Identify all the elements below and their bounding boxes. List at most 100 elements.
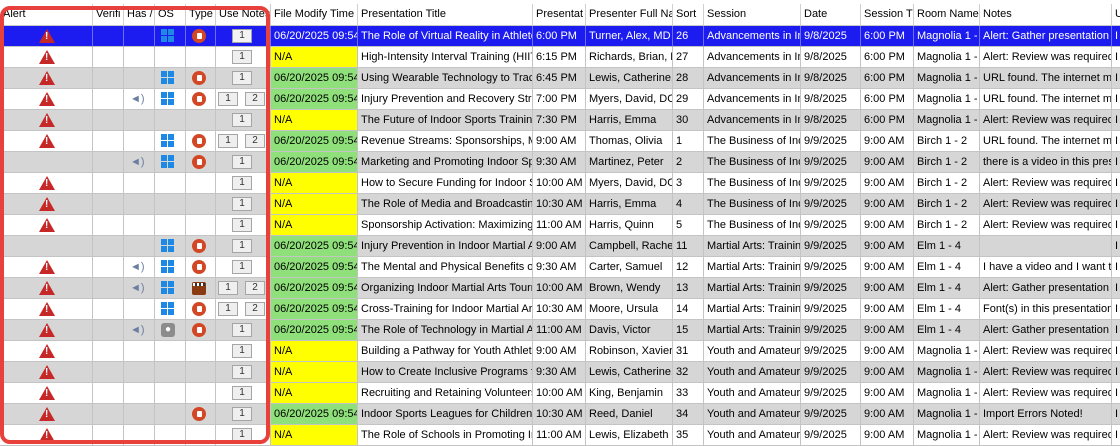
alert-icon[interactable]: ! <box>39 281 55 295</box>
use-notes-count-1[interactable]: 1 <box>232 428 252 442</box>
header-has-audio[interactable]: Has / <box>124 4 155 25</box>
header-session[interactable]: Session <box>704 4 801 25</box>
session-time-cell: 6:00 PM <box>861 89 914 110</box>
table-row[interactable]: ◄) 1 06/20/2025 09:54 Marketing and Promoti… <box>0 152 1120 173</box>
header-file-modify-time[interactable]: File Modify Time <box>271 4 358 25</box>
room-cell: Elm 1 - 4 <box>914 236 980 257</box>
alert-icon[interactable]: ! <box>39 71 55 85</box>
table-row[interactable]: ! 1 N/A The Role of Media and Broadcasting 1… <box>0 194 1120 215</box>
alert-icon[interactable]: ! <box>39 428 55 442</box>
table-row[interactable]: ! 1 N/A Recruiting and Retaining Volunteers… <box>0 383 1120 404</box>
file-modify-time-cell: N/A <box>271 341 358 362</box>
table-row[interactable]: ! 1 06/20/2025 09:54 Using Wearable Technol… <box>0 68 1120 89</box>
alert-icon[interactable]: ! <box>39 29 55 43</box>
header-presenter[interactable]: Presenter Full Na <box>586 4 673 25</box>
table-row[interactable]: ! 1 06/20/2025 09:54 The Role of Virtual Re… <box>0 26 1120 47</box>
header-date[interactable]: Date <box>801 4 861 25</box>
table-row[interactable]: ! 1 N/A The Future of Indoor Sports Trainin… <box>0 110 1120 131</box>
alert-icon[interactable]: ! <box>39 218 55 232</box>
alert-icon[interactable]: ! <box>39 302 55 316</box>
date-cell: 9/9/2025 <box>801 404 861 425</box>
table-row[interactable]: ! 1 N/A The Role of Schools in Promoting In… <box>0 425 1120 446</box>
header-sort[interactable]: Sort <box>673 4 704 25</box>
use-notes-count-1[interactable]: 1 <box>232 239 252 253</box>
icon-column-cell <box>186 383 216 404</box>
header-presentation-title[interactable]: Presentation Title <box>358 4 533 25</box>
use-notes-count-2[interactable]: 2 <box>245 92 265 106</box>
use-notes-count-1[interactable]: 1 <box>232 218 252 232</box>
room-cell: Elm 1 - 4 <box>914 320 980 341</box>
use-notes-count-1[interactable]: 1 <box>218 302 238 316</box>
alert-icon[interactable]: ! <box>39 50 55 64</box>
alert-icon[interactable]: ! <box>39 365 55 379</box>
file-modify-time-cell: N/A <box>271 47 358 68</box>
icon-column-cell <box>93 383 124 404</box>
alert-icon[interactable]: ! <box>39 260 55 274</box>
table-row[interactable]: ! 1 2 06/20/2025 09:54 Cross-Training for In… <box>0 299 1120 320</box>
table-row[interactable]: ! ◄) 1 2 06/20/2025 09:54 Injury Prevention a… <box>0 89 1120 110</box>
header-extra[interactable]: U <box>1112 4 1120 25</box>
alert-icon[interactable]: ! <box>39 197 55 211</box>
table-row[interactable]: ! 1 N/A How to Create Inclusive Programs fo… <box>0 362 1120 383</box>
alert-icon[interactable]: ! <box>39 344 55 358</box>
use-notes-count-1[interactable]: 1 <box>232 29 252 43</box>
session-cell: Advancements in In <box>704 26 801 47</box>
header-session-time[interactable]: Session T <box>861 4 914 25</box>
alert-icon[interactable]: ! <box>39 134 55 148</box>
use-notes-count-1[interactable]: 1 <box>218 134 238 148</box>
use-notes-count-1[interactable]: 1 <box>232 365 252 379</box>
extra-cell: I <box>1112 236 1120 257</box>
use-notes-count-2[interactable]: 2 <box>245 302 265 316</box>
use-notes-count-1[interactable]: 1 <box>218 281 238 295</box>
table-row[interactable]: ! 1 06/20/2025 09:54 Indoor Sports Leagues … <box>0 404 1120 425</box>
header-presentation-time[interactable]: Presentat <box>533 4 586 25</box>
alert-icon[interactable]: ! <box>39 407 55 421</box>
room-cell: Magnolia 1 - <box>914 425 980 446</box>
presentation-grid[interactable]: Alert Verifi Has / OS Type Use Notes Fil… <box>0 0 1120 446</box>
icon-column-cell <box>93 257 124 278</box>
table-row[interactable]: ! 1 N/A High-Intensity Interval Training (H… <box>0 47 1120 68</box>
header-verified[interactable]: Verifi <box>93 4 124 25</box>
table-row[interactable]: ! ◄) ● 1 06/20/2025 09:54 The Role of Technol… <box>0 320 1120 341</box>
use-notes-count-1[interactable]: 1 <box>232 386 252 400</box>
table-row[interactable]: ! 1 N/A How to Secure Funding for Indoor Sp… <box>0 173 1120 194</box>
notes-cell: Alert: Review was required ( <box>980 425 1112 446</box>
powerpoint-icon <box>192 71 206 85</box>
use-notes-count-1[interactable]: 1 <box>218 92 238 106</box>
header-alert[interactable]: Alert <box>0 4 93 25</box>
use-notes-count-1[interactable]: 1 <box>232 50 252 64</box>
header-notes[interactable]: Notes <box>980 4 1112 25</box>
use-notes-count-1[interactable]: 1 <box>232 323 252 337</box>
table-row[interactable]: ! 1 2 06/20/2025 09:54 Revenue Streams: Spon… <box>0 131 1120 152</box>
alert-icon[interactable]: ! <box>39 113 55 127</box>
alert-icon[interactable]: ! <box>39 176 55 190</box>
alert-icon[interactable]: ! <box>39 386 55 400</box>
table-row[interactable]: ! ◄) 1 2 06/20/2025 09:54 Organizing Indoor M… <box>0 278 1120 299</box>
alert-icon[interactable]: ! <box>39 323 55 337</box>
use-notes-count-1[interactable]: 1 <box>232 407 252 421</box>
room-cell: Magnolia 1 - <box>914 110 980 131</box>
use-notes-count-1[interactable]: 1 <box>232 176 252 190</box>
use-notes-count-1[interactable]: 1 <box>232 260 252 274</box>
use-notes-count-1[interactable]: 1 <box>232 113 252 127</box>
header-os[interactable]: OS <box>155 4 186 25</box>
table-row[interactable]: ! 1 N/A Sponsorship Activation: Maximizing … <box>0 215 1120 236</box>
header-use-notes[interactable]: Use Notes <box>216 4 271 25</box>
session-cell: Martial Arts: Trainin <box>704 299 801 320</box>
alert-icon[interactable]: ! <box>39 92 55 106</box>
use-notes-count-1[interactable]: 1 <box>232 344 252 358</box>
date-cell: 9/9/2025 <box>801 173 861 194</box>
table-row[interactable]: ! 1 N/A Building a Pathway for Youth Athlet… <box>0 341 1120 362</box>
header-type[interactable]: Type <box>186 4 216 25</box>
table-row[interactable]: 1 06/20/2025 09:54 Injury Prevention in In… <box>0 236 1120 257</box>
use-notes-count-2[interactable]: 2 <box>245 281 265 295</box>
presentation-time-cell: 9:30 AM <box>533 257 586 278</box>
file-modify-time-cell: 06/20/2025 09:54 <box>271 404 358 425</box>
header-room[interactable]: Room Name <box>914 4 980 25</box>
notes-cell: Font(s) in this presentation <box>980 299 1112 320</box>
table-row[interactable]: ! ◄) 1 06/20/2025 09:54 The Mental and Physi… <box>0 257 1120 278</box>
use-notes-count-2[interactable]: 2 <box>245 134 265 148</box>
use-notes-count-1[interactable]: 1 <box>232 155 252 169</box>
use-notes-count-1[interactable]: 1 <box>232 197 252 211</box>
use-notes-count-1[interactable]: 1 <box>232 71 252 85</box>
